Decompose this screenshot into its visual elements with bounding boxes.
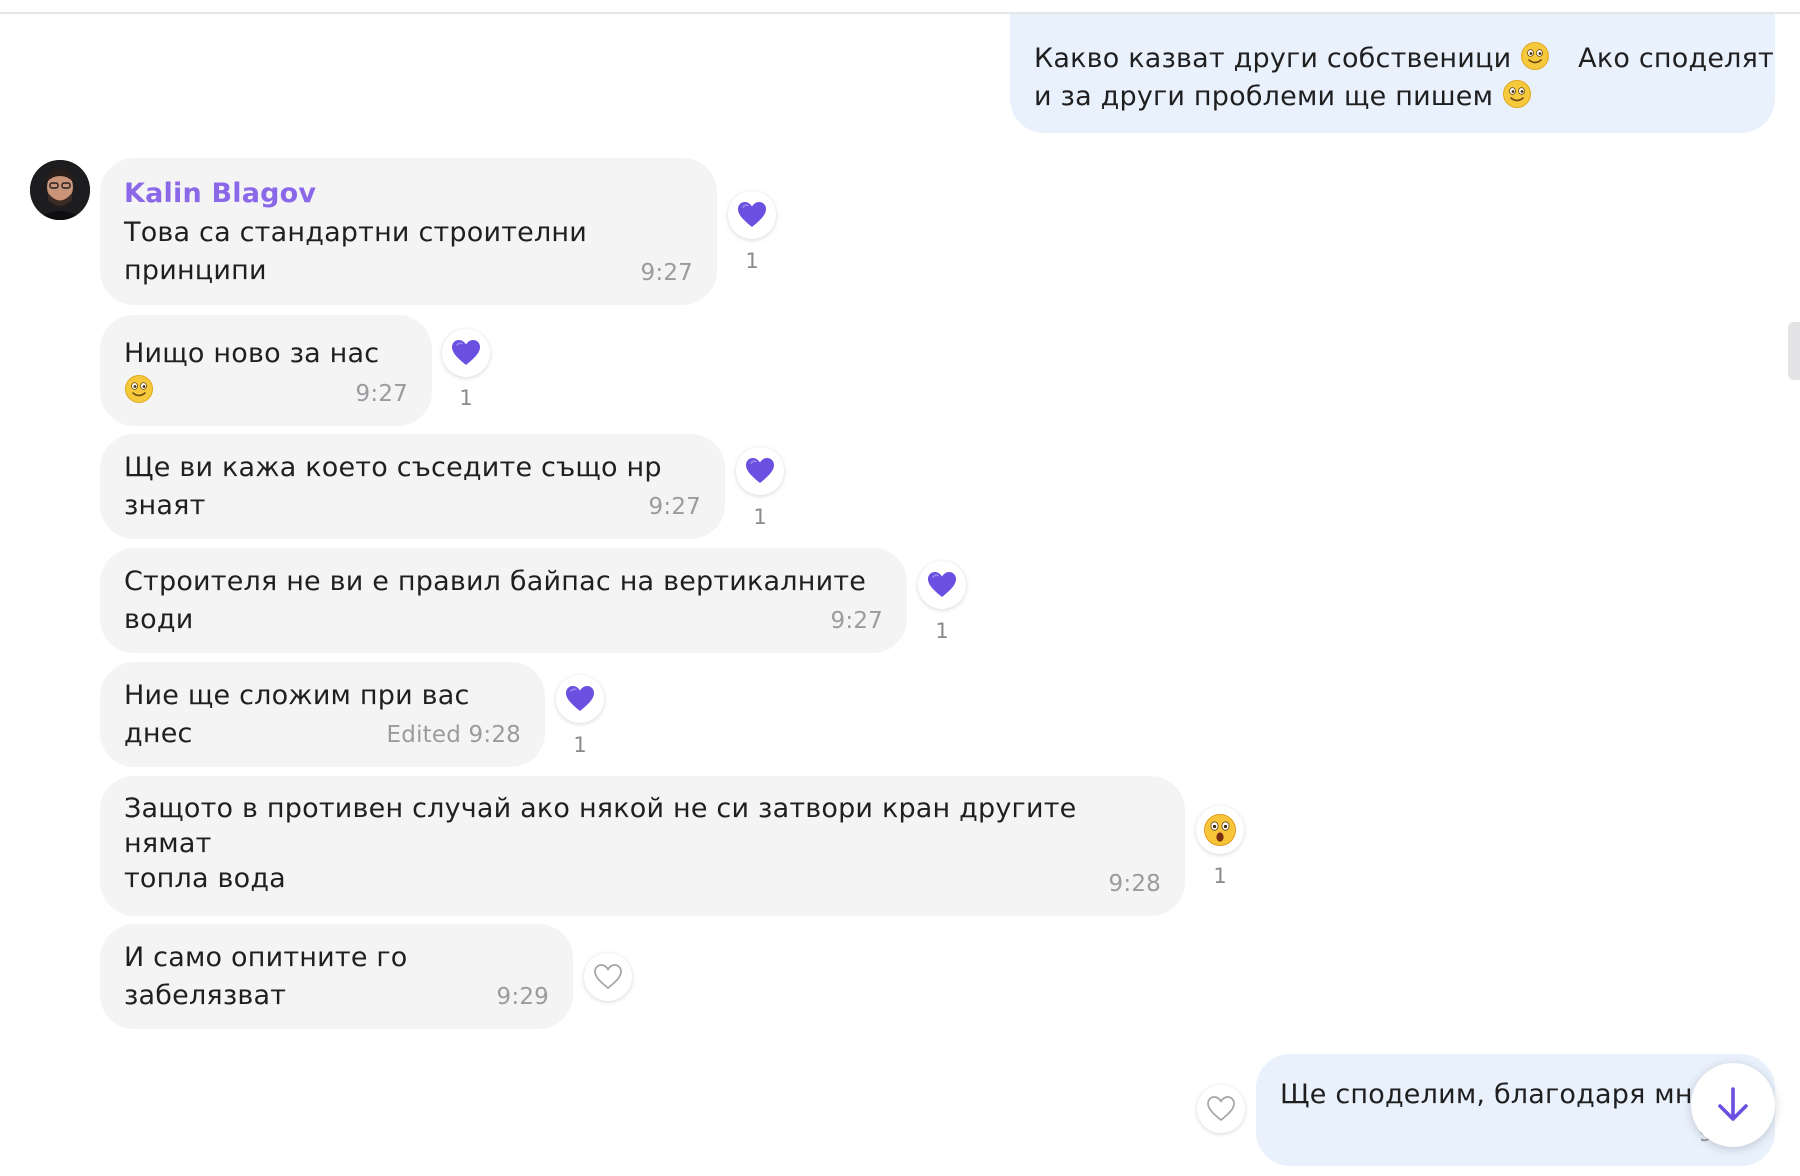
message-text: И само опитните го забелязват <box>124 942 417 1011</box>
heart-icon <box>745 457 775 485</box>
message-bubble-incoming[interactable]: Ние ще сложим при вас днес Edited 9:28 <box>100 662 545 767</box>
reaction-count: 1 <box>1213 864 1227 888</box>
heart-icon <box>451 339 481 367</box>
reaction-count: 1 <box>745 249 759 273</box>
message-bubble-incoming[interactable]: Ще ви кажа което съседите също нр знаят … <box>100 434 725 539</box>
message-time: 9:27 <box>355 381 408 407</box>
message-time: 9:27 <box>648 494 701 520</box>
message-time: 9:28 <box>1108 871 1161 897</box>
reaction-button[interactable] <box>736 447 784 495</box>
message-text: и за други проблеми ще пишем <box>1034 78 1751 116</box>
sender-avatar[interactable] <box>30 160 90 220</box>
message-time: 9:27 <box>640 260 693 286</box>
message-bubble-incoming[interactable]: Kalin Blagov Това са стандартни строител… <box>100 158 717 305</box>
top-divider <box>0 0 1800 14</box>
smile-emoji-icon <box>124 374 154 404</box>
heart-outline-icon <box>1206 1095 1236 1123</box>
message-bubble-incoming[interactable]: Защото в противен случай ако някой не си… <box>100 776 1185 916</box>
message-text: Ще споделим, благодаря мног <box>1280 1079 1724 1110</box>
message-text: Какво казват други собственици Ако споде… <box>1034 40 1774 78</box>
reaction-button[interactable] <box>556 675 604 723</box>
message-time: 9:27 <box>830 608 883 634</box>
heart-outline-icon <box>593 963 623 991</box>
sender-name[interactable]: Kalin Blagov <box>124 176 693 212</box>
message-bubble-incoming[interactable]: Нищо ново за нас 9:27 <box>100 315 432 426</box>
scroll-to-bottom-button[interactable] <box>1691 1063 1775 1147</box>
heart-icon <box>565 685 595 713</box>
message-text: Строителя не ви е правил байпас на верти… <box>124 566 875 635</box>
message-text: Това са стандартни строителни принципи <box>124 217 596 286</box>
reaction-count: 1 <box>459 386 473 410</box>
scrollbar-thumb[interactable] <box>1788 322 1800 380</box>
message-bubble-incoming[interactable]: Строителя не ви е правил байпас на верти… <box>100 548 907 653</box>
avatar-image <box>30 160 90 220</box>
heart-icon <box>737 201 767 229</box>
message-bubble-incoming[interactable]: И само опитните го забелязват 9:29 <box>100 924 573 1029</box>
reaction-button[interactable] <box>584 953 632 1001</box>
message-bubble-outgoing[interactable]: Какво казват други собственици Ако споде… <box>1010 14 1775 133</box>
message-time: Edited 9:28 <box>386 722 521 748</box>
message-text: Ще ви кажа което съседите също нр знаят <box>124 452 671 521</box>
message-text: Защото в противен случай ако някой не си… <box>124 793 1077 894</box>
smile-emoji-icon <box>1520 41 1550 71</box>
reaction-count: 1 <box>935 619 949 643</box>
arrow-down-icon <box>1718 1087 1748 1121</box>
astonished-emoji-icon <box>1203 813 1237 847</box>
reaction-count: 1 <box>753 505 767 529</box>
reaction-button[interactable] <box>728 191 776 239</box>
message-time: 9:29 <box>496 984 549 1010</box>
reaction-button[interactable] <box>1196 806 1244 854</box>
reaction-button[interactable] <box>442 329 490 377</box>
heart-icon <box>927 571 957 599</box>
reaction-button[interactable] <box>918 561 966 609</box>
smile-emoji-icon <box>1502 79 1532 109</box>
reaction-count: 1 <box>573 733 587 757</box>
reaction-button[interactable] <box>1197 1085 1245 1133</box>
